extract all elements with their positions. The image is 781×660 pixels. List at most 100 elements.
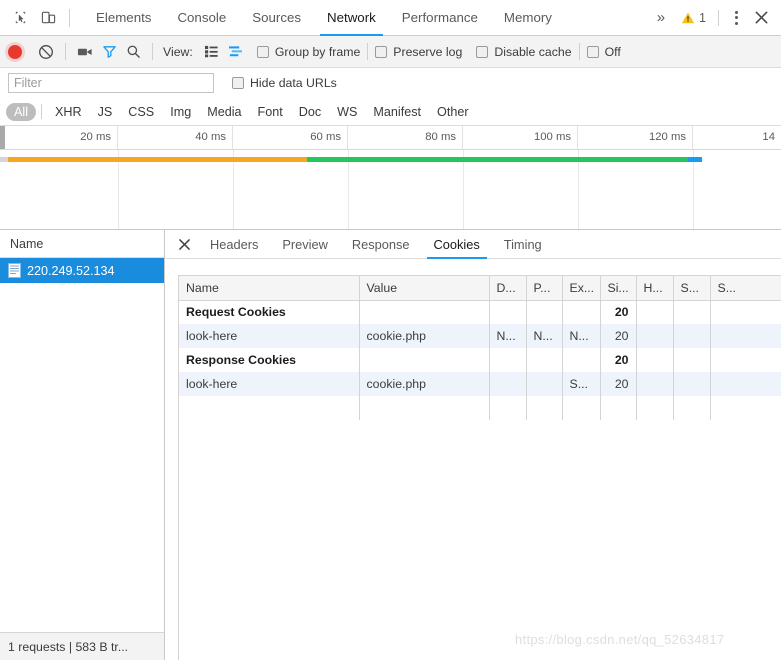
- disable-cache-box[interactable]: [476, 45, 489, 58]
- preserve-log-box[interactable]: [375, 45, 388, 58]
- cell-domain: [489, 348, 527, 372]
- col-header-value[interactable]: Value: [359, 276, 490, 301]
- cell-secure: [673, 300, 711, 324]
- filler-cell: [526, 396, 563, 420]
- tab-cookies[interactable]: Cookies: [422, 230, 492, 259]
- list-view-icon[interactable]: [200, 40, 224, 64]
- preserve-log-checkbox[interactable]: Preserve log: [375, 45, 462, 59]
- filter-input[interactable]: [8, 73, 214, 93]
- overview-band-blocking: [8, 157, 307, 162]
- type-filter-all[interactable]: All: [6, 102, 36, 121]
- toolbar-divider-3: [367, 43, 369, 60]
- more-tabs-icon[interactable]: »: [647, 9, 675, 26]
- table-empty-filler: [179, 396, 781, 420]
- col-header-httponly[interactable]: H...: [636, 276, 674, 301]
- tab-preview[interactable]: Preview: [270, 230, 340, 259]
- hide-data-urls-box[interactable]: [232, 77, 244, 89]
- hide-data-urls-checkbox[interactable]: Hide data URLs: [232, 76, 337, 90]
- close-detail-icon[interactable]: [170, 230, 198, 259]
- type-filter-font[interactable]: Font: [250, 103, 291, 121]
- timeline-gridline: [578, 150, 579, 229]
- type-filter-doc[interactable]: Doc: [291, 103, 329, 121]
- tab-memory[interactable]: Memory: [491, 0, 565, 36]
- record-button[interactable]: [8, 44, 22, 59]
- table-row[interactable]: Request Cookies 20: [179, 300, 781, 324]
- tab-headers[interactable]: Headers: [198, 230, 270, 259]
- devtools-menu-icon[interactable]: [725, 5, 747, 31]
- devtools-tabbar: Elements Console Sources Network Perform…: [0, 0, 781, 36]
- table-row[interactable]: look-here cookie.php S... 20: [179, 372, 781, 396]
- disable-cache-checkbox[interactable]: Disable cache: [476, 45, 572, 59]
- cell-value: cookie.php: [359, 324, 490, 348]
- col-header-domain[interactable]: D...: [489, 276, 527, 301]
- tab-network[interactable]: Network: [314, 0, 389, 36]
- preserve-log-label: Preserve log: [393, 44, 463, 59]
- device-toolbar-icon[interactable]: [34, 4, 62, 32]
- filter-icon[interactable]: [97, 40, 121, 64]
- search-icon[interactable]: [121, 40, 145, 64]
- filter-row: Hide data URLs: [0, 68, 781, 98]
- cell-samesite: [710, 348, 781, 372]
- timeline-tick-60ms: 60 ms: [233, 126, 348, 150]
- col-header-size[interactable]: Si...: [600, 276, 637, 301]
- filler-cell: [489, 396, 527, 420]
- type-filter-manifest[interactable]: Manifest: [365, 103, 429, 121]
- request-list-header[interactable]: Name: [0, 230, 164, 258]
- panel-tabs: Elements Console Sources Network Perform…: [83, 0, 565, 36]
- offline-box[interactable]: [586, 45, 599, 58]
- cookies-table-body: Request Cookies 20 look-here cookie.php …: [179, 300, 781, 420]
- group-by-frame-checkbox[interactable]: Group by frame: [256, 45, 360, 59]
- timeline-tick-120ms: 120 ms: [578, 126, 693, 150]
- warning-count-badge[interactable]: 1: [675, 11, 712, 25]
- network-toolbar: View: Group by frame Preserve log Disabl…: [0, 36, 781, 68]
- type-filter-img[interactable]: Img: [162, 103, 199, 121]
- type-filter-css[interactable]: CSS: [120, 103, 162, 121]
- inspect-cursor-icon[interactable]: [6, 4, 34, 32]
- table-row[interactable]: Response Cookies 20: [179, 348, 781, 372]
- overview-band-receiving: [307, 157, 688, 162]
- table-row[interactable]: look-here cookie.php N... N... N... 20: [179, 324, 781, 348]
- type-filter-other[interactable]: Other: [429, 103, 477, 121]
- type-filter-media[interactable]: Media: [199, 103, 249, 121]
- cookies-table-wrapper: Name Value D... P... Ex... Si... H... S.…: [178, 275, 781, 660]
- cell-httponly: [636, 300, 674, 324]
- waterfall-view-icon[interactable]: [224, 40, 248, 64]
- tab-response[interactable]: Response: [340, 230, 422, 259]
- close-devtools-icon[interactable]: [747, 4, 775, 32]
- col-header-expires[interactable]: Ex...: [562, 276, 601, 301]
- cell-samesite: [710, 300, 781, 324]
- group-by-frame-box[interactable]: [256, 45, 269, 58]
- timeline-gridline: [348, 150, 349, 229]
- devtools-window: Elements Console Sources Network Perform…: [0, 0, 781, 660]
- request-row-220-249-52-134[interactable]: 220.249.52.134: [0, 258, 164, 283]
- clear-icon[interactable]: [34, 40, 58, 64]
- cell-secure: [673, 372, 711, 396]
- type-filter-xhr[interactable]: XHR: [47, 103, 90, 121]
- col-header-samesite[interactable]: S...: [710, 276, 781, 301]
- cell-size: 20: [600, 324, 637, 348]
- filler-cell: [359, 396, 490, 420]
- tab-elements[interactable]: Elements: [83, 0, 164, 36]
- timeline-gridline: [693, 150, 694, 229]
- warning-triangle-icon: [681, 11, 695, 23]
- col-header-secure[interactable]: S...: [673, 276, 711, 301]
- camera-icon[interactable]: [73, 40, 97, 64]
- filler-cell: [600, 396, 637, 420]
- col-header-name[interactable]: Name: [179, 276, 360, 301]
- toolbar-divider-4: [578, 43, 580, 60]
- type-filter-js[interactable]: JS: [90, 103, 121, 121]
- tab-console[interactable]: Console: [164, 0, 239, 36]
- tab-timing[interactable]: Timing: [492, 230, 554, 259]
- col-header-path[interactable]: P...: [526, 276, 563, 301]
- cell-secure: [673, 348, 711, 372]
- type-filter-ws[interactable]: WS: [329, 103, 365, 121]
- timeline-gridline: [233, 150, 234, 229]
- offline-checkbox[interactable]: Off: [586, 45, 621, 59]
- filler-cell: [179, 396, 360, 420]
- tab-sources[interactable]: Sources: [239, 0, 314, 36]
- network-overview[interactable]: 20 ms 40 ms 60 ms 80 ms 100 ms 120 ms 14: [0, 126, 781, 230]
- cell-name: look-here: [179, 324, 360, 348]
- overview-left-handle[interactable]: [0, 126, 5, 150]
- tab-performance[interactable]: Performance: [389, 0, 491, 36]
- request-name-label: 220.249.52.134: [27, 263, 115, 278]
